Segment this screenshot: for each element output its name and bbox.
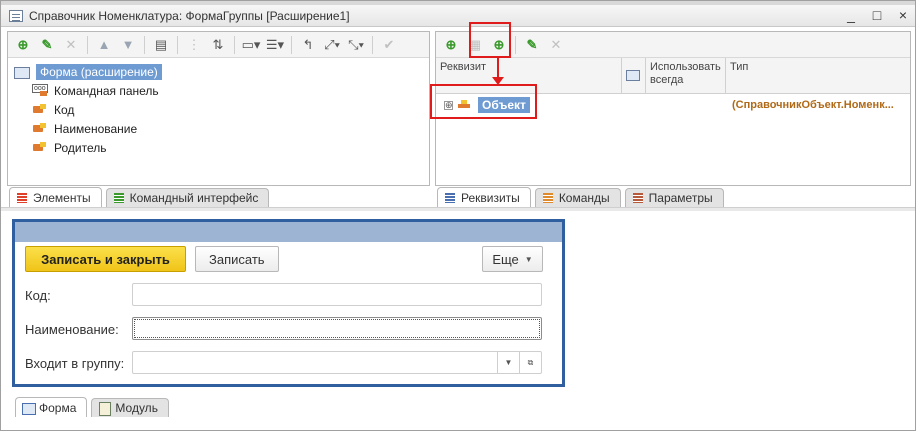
toolbar-separator <box>177 35 178 54</box>
tree-item-name[interactable]: Наименование <box>14 119 429 138</box>
edit-icon[interactable]: ✎ <box>521 35 543 55</box>
name-field[interactable] <box>132 317 542 340</box>
form-icon <box>14 66 30 79</box>
add-attribute-icon[interactable]: ⊕ <box>440 35 462 55</box>
save-and-close-button[interactable]: Записать и закрыть <box>25 246 186 272</box>
toolbar-separator <box>87 35 88 54</box>
tree-item-command-bar[interactable]: Командная панель <box>14 81 429 100</box>
tab-commands[interactable]: Команды <box>534 188 621 207</box>
expand-icon[interactable]: ⤡▾ <box>345 35 367 55</box>
tab-label: Модуль <box>115 401 158 415</box>
delete-icon[interactable]: ✕ <box>545 35 567 55</box>
toolbar-separator <box>515 35 516 54</box>
sort-icon[interactable]: ⇅ <box>207 35 229 55</box>
form-window-icon <box>9 9 23 22</box>
field-icon <box>32 122 48 135</box>
column-header-use-always[interactable]: Использовать всегда <box>646 58 726 94</box>
tree-root-label: Форма (расширение) <box>36 63 162 80</box>
tree-item-label: Родитель <box>54 140 107 155</box>
elements-tabs: Элементы Командный интерфейс <box>9 187 270 207</box>
delete-icon[interactable]: ✕ <box>60 35 82 55</box>
chevron-down-icon: ▼ <box>524 254 533 264</box>
form-icon <box>626 70 640 81</box>
elements-tree: Форма (расширение) Командная панель Код … <box>8 58 429 157</box>
bottom-tabs: Форма Модуль <box>15 397 169 417</box>
attributes-icon <box>444 192 456 204</box>
field-icon <box>32 103 48 116</box>
close-button[interactable]: × <box>897 7 909 23</box>
module-icon <box>98 402 112 416</box>
elements-toolbar: ⊕ ✎ ✕ ▲ ▼ ▤ ⋮ ⇅ ▭▾ ☰▾ ↰ ⤢▾ ⤡▾ ✔ <box>8 32 429 58</box>
command-interface-icon <box>113 192 125 204</box>
fields-icon[interactable]: ⤢▾ <box>321 35 343 55</box>
annotation-arrow-line <box>497 57 499 79</box>
open-button[interactable]: ⧉ <box>519 352 541 373</box>
dropdown-button[interactable]: ▼ <box>497 352 519 373</box>
tab-label: Параметры <box>648 191 713 205</box>
tab-command-interface[interactable]: Командный интерфейс <box>105 188 270 207</box>
more-button[interactable]: Еще ▼ <box>482 246 543 272</box>
tree-item-label: Код <box>54 102 75 117</box>
window-controls: _ □ × <box>845 7 909 23</box>
highlight-box-toolbar-button <box>469 22 511 58</box>
tab-parameters[interactable]: Параметры <box>624 188 724 207</box>
parent-group-label: Входит в группу: <box>25 356 125 371</box>
window-title: Справочник Номенклатура: ФормаГруппы [Ра… <box>29 8 350 23</box>
tab-label: Командный интерфейс <box>129 191 259 205</box>
maximize-button[interactable]: □ <box>871 7 883 23</box>
minimize-button[interactable]: _ <box>845 7 857 23</box>
form-layout-icon[interactable]: ▭▾ <box>240 35 262 55</box>
attributes-tabs: Реквизиты Команды Параметры <box>437 187 724 207</box>
toolbar-separator <box>291 35 292 54</box>
tree-root[interactable]: Форма (расширение) <box>14 62 429 81</box>
form-preview: Записать и закрыть Записать Еще ▼ Код: Н… <box>12 219 565 387</box>
tab-attributes[interactable]: Реквизиты <box>437 187 531 207</box>
tab-label: Элементы <box>33 190 91 205</box>
tab-label: Команды <box>558 191 610 205</box>
tab-label: Реквизиты <box>461 190 520 205</box>
designer-window: Справочник Номенклатура: ФормаГруппы [Ра… <box>0 0 916 431</box>
check-icon[interactable]: ✔ <box>378 35 400 55</box>
name-label: Наименование: <box>25 322 119 337</box>
code-field[interactable] <box>132 283 542 306</box>
save-button[interactable]: Записать <box>195 246 279 272</box>
command-bar-icon <box>32 83 48 97</box>
tab-module[interactable]: Модуль <box>91 398 169 417</box>
toolbar-separator <box>144 35 145 54</box>
tab-elements[interactable]: Элементы <box>9 187 102 207</box>
toolbar-separator <box>372 35 373 54</box>
group-icon[interactable]: ☰▾ <box>264 35 286 55</box>
add-icon[interactable]: ⊕ <box>12 35 34 55</box>
tree-item-code[interactable]: Код <box>14 100 429 119</box>
field-icon <box>32 141 48 154</box>
column-header-type[interactable]: Тип <box>726 58 910 94</box>
edit-icon[interactable]: ✎ <box>36 35 58 55</box>
attribute-type: (СправочникОбъект.Номенк... <box>732 99 894 111</box>
move-down-icon[interactable]: ▼ <box>117 35 139 55</box>
elements-panel: ⊕ ✎ ✕ ▲ ▼ ▤ ⋮ ⇅ ▭▾ ☰▾ ↰ ⤢▾ ⤡▾ ✔ Форма (р… <box>7 31 430 186</box>
form-preview-header <box>15 222 562 242</box>
elements-icon <box>16 192 28 204</box>
toolbar-separator <box>234 35 235 54</box>
tab-form[interactable]: Форма <box>15 397 88 417</box>
tree-item-parent[interactable]: Родитель <box>14 138 429 157</box>
tree-item-label: Командная панель <box>54 83 159 98</box>
transfer-icon[interactable]: ↰ <box>297 35 319 55</box>
tab-label: Форма <box>39 400 77 415</box>
parameters-icon <box>632 192 644 204</box>
code-label: Код: <box>25 288 51 303</box>
structure-icon[interactable]: ▤ <box>150 35 172 55</box>
commands-icon <box>542 192 554 204</box>
more-button-label: Еще <box>492 251 519 267</box>
column-header-icon[interactable] <box>622 58 646 94</box>
title-bar: Справочник Номенклатура: ФормаГруппы [Ра… <box>1 5 915 27</box>
highlight-box-object-row <box>430 84 537 119</box>
form-icon <box>22 402 36 415</box>
filter-icon[interactable]: ⋮ <box>183 35 205 55</box>
move-up-icon[interactable]: ▲ <box>93 35 115 55</box>
parent-group-field[interactable]: ▼ ⧉ <box>132 351 542 374</box>
form-command-bar: Записать и закрыть Записать <box>25 246 279 272</box>
tree-item-label: Наименование <box>54 121 138 136</box>
